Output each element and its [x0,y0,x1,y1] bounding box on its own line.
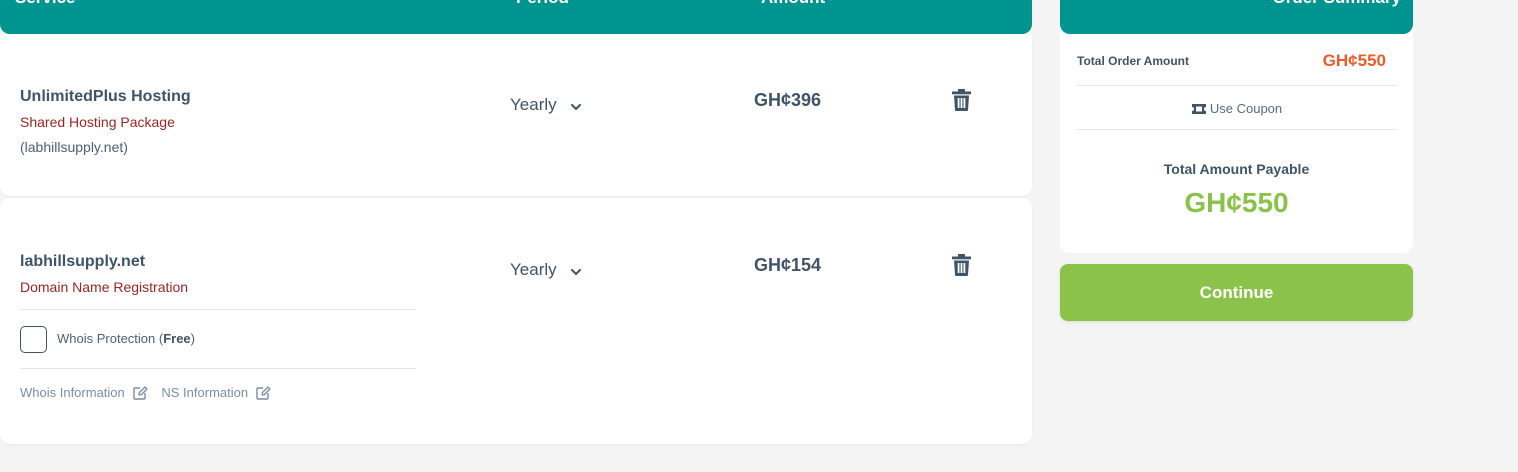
edit-icon [256,385,271,400]
trash-icon[interactable] [952,254,971,281]
edit-icon [133,385,148,400]
item-amount: GH¢154 [754,255,822,275]
service-name: UnlimitedPlus Hosting [20,88,191,105]
divider [20,368,416,369]
item-amount: GH¢396 [754,90,822,110]
order-summary-header: Order Summary [1060,0,1413,34]
total-order-amount-label: Total Order Amount [1077,54,1189,68]
service-name: labhillsupply.net [20,253,146,270]
order-summary-title: Order Summary [1273,0,1402,8]
period-value: Yearly [510,260,557,279]
cart-item-domain: labhillsupply.net Domain Name Registrati… [0,198,1032,444]
ticket-icon [1191,104,1206,114]
total-order-amount-value: GH¢550 [1322,51,1386,70]
period-select[interactable]: Yearly [510,260,582,281]
divider [1076,129,1397,130]
whois-information-link[interactable]: Whois Information [20,385,148,400]
divider [20,309,416,310]
domain-info-links: Whois Information NS Information [20,385,271,400]
ns-information-link[interactable]: NS Information [161,385,271,400]
period-select[interactable]: Yearly [510,95,582,116]
chevron-down-icon [571,96,582,116]
whois-protection-label: Whois Protection (Free) [57,331,196,346]
whois-information-label: Whois Information [20,385,125,400]
order-summary-panel: Order Summary Total Order Amount GH¢550 … [1060,0,1413,253]
period-value: Yearly [510,95,557,114]
chevron-down-icon [571,261,582,281]
ns-information-label: NS Information [161,385,249,400]
whois-protection-checkbox[interactable] [20,326,47,353]
continue-button[interactable]: Continue [1060,264,1413,321]
cart-item-hosting: UnlimitedPlus Hosting Shared Hosting Pac… [0,34,1032,196]
total-amount-payable-value: GH¢550 [1184,187,1289,218]
use-coupon-link[interactable]: Use Coupon [1060,101,1413,116]
divider [1076,85,1397,86]
header-service: Service [15,0,76,8]
service-domain: (labhillsupply.net) [20,139,128,155]
trash-icon[interactable] [952,89,971,116]
use-coupon-label: Use Coupon [1209,101,1283,116]
header-period: Period [516,0,569,8]
service-subtitle: Shared Hosting Package [20,114,175,130]
cart-table-header: Service Period Amount [0,0,1032,34]
total-amount-payable-label: Total Amount Payable [1163,161,1310,177]
service-subtitle: Domain Name Registration [20,279,189,295]
header-amount: Amount [761,0,825,8]
